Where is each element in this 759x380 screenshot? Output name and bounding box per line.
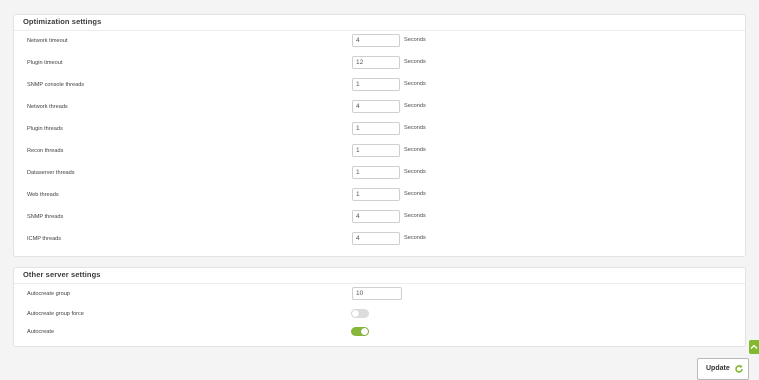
optimization-settings-panel: Optimization settings Network timeout Se… [13,14,746,257]
update-button[interactable]: Update [697,358,749,380]
snmp-threads-input[interactable] [352,210,400,223]
unit-label: Seconds [404,81,426,87]
recon-threads-input[interactable] [352,144,400,157]
setting-row-network-timeout: Network timeout Seconds [14,33,745,51]
setting-row-dataserver-threads: Dataserver threads Seconds [14,165,745,183]
plugin-threads-input[interactable] [352,122,400,135]
unit-label: Seconds [404,37,426,43]
setting-label: ICMP threads [27,236,62,242]
other-server-settings-title: Other server settings [23,270,101,279]
network-threads-input[interactable] [352,100,400,113]
setting-label: Network timeout [27,38,68,44]
network-timeout-input[interactable] [352,34,400,47]
setting-label: Web threads [27,192,59,198]
setting-label: Autocreate group [27,291,70,297]
unit-label: Seconds [404,235,426,241]
scroll-to-top-button[interactable] [749,340,759,354]
setting-row-autocreate-group: Autocreate group [14,286,745,304]
setting-label: Dataserver threads [27,170,75,176]
setting-row-web-threads: Web threads Seconds [14,187,745,205]
chevron-up-icon [750,344,758,349]
panel-divider [14,30,745,31]
snmp-console-threads-input[interactable] [352,78,400,91]
autocreate-group-force-toggle[interactable] [351,309,369,318]
web-threads-input[interactable] [352,188,400,201]
dataserver-threads-input[interactable] [352,166,400,179]
setting-label: Autocreate group force [27,311,84,317]
unit-label: Seconds [404,213,426,219]
setting-row-autocreate-group-force: Autocreate group force [14,306,745,324]
setting-row-plugin-threads: Plugin threads Seconds [14,121,745,139]
setting-label: Network threads [27,104,68,110]
other-server-settings-panel: Other server settings Autocreate group A… [13,267,746,347]
unit-label: Seconds [404,59,426,65]
panel-divider [14,283,745,284]
setting-row-snmp-threads: SNMP threads Seconds [14,209,745,227]
setting-label: SNMP threads [27,214,64,220]
setting-row-snmp-console-threads: SNMP console threads Seconds [14,77,745,95]
icmp-threads-input[interactable] [352,232,400,245]
toggle-knob [352,310,359,317]
setting-row-plugin-timeout: Plugin timeout Seconds [14,55,745,73]
setting-row-icmp-threads: ICMP threads Seconds [14,231,745,249]
plugin-timeout-input[interactable] [352,56,400,69]
setting-label: Autocreate [27,329,55,335]
setting-row-recon-threads: Recon threads Seconds [14,143,745,161]
unit-label: Seconds [404,147,426,153]
toggle-knob [361,328,368,335]
settings-page: Optimization settings Network timeout Se… [0,0,759,380]
setting-row-autocreate: Autocreate [14,324,745,342]
update-button-label: Update [706,365,730,372]
setting-row-network-threads: Network threads Seconds [14,99,745,117]
setting-label: Plugin threads [27,126,63,132]
refresh-icon [735,364,743,373]
setting-label: Recon threads [27,148,64,154]
unit-label: Seconds [404,103,426,109]
optimization-settings-title: Optimization settings [23,17,102,26]
setting-label: Plugin timeout [27,60,63,66]
unit-label: Seconds [404,191,426,197]
setting-label: SNMP console threads [27,82,85,88]
autocreate-group-input[interactable] [352,287,402,300]
unit-label: Seconds [404,125,426,131]
autocreate-toggle[interactable] [351,327,369,336]
unit-label: Seconds [404,169,426,175]
